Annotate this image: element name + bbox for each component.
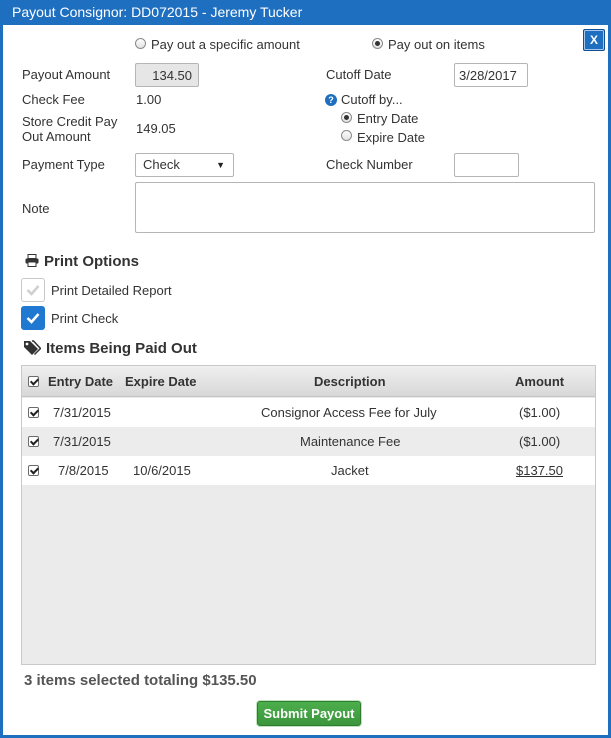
pay-specific-amount-label: Pay out a specific amount xyxy=(151,37,300,52)
cutoff-entry-date-radio[interactable] xyxy=(341,112,352,123)
table-row[interactable]: 7/31/2015 Consignor Access Fee for July … xyxy=(22,398,595,427)
payment-type-value: Check xyxy=(143,157,180,172)
row-checkbox[interactable] xyxy=(28,465,39,476)
store-credit-label-line1: Store Credit Pay xyxy=(22,114,118,129)
note-textarea[interactable] xyxy=(135,182,595,233)
check-fee-value: 1.00 xyxy=(136,92,162,107)
row-amount-link[interactable]: $137.50 xyxy=(516,456,563,485)
payment-type-label: Payment Type xyxy=(22,157,105,172)
row-amount: ($1.00) xyxy=(519,434,561,449)
cutoff-expire-date-radio[interactable] xyxy=(341,130,352,141)
cutoff-entry-date-label: Entry Date xyxy=(357,111,419,126)
payout-dialog: Payout Consignor: DD072015 - Jeremy Tuck… xyxy=(0,0,611,738)
cutoff-by-label: Cutoff by... xyxy=(341,92,403,107)
print-check-checkbox[interactable] xyxy=(21,306,45,330)
col-expire-date[interactable]: Expire Date xyxy=(125,366,197,397)
note-label: Note xyxy=(22,201,50,216)
check-fee-label: Check Fee xyxy=(22,92,85,107)
pay-specific-amount-radio[interactable] xyxy=(135,38,146,49)
selection-summary: 3 items selected totaling $135.50 xyxy=(24,672,257,689)
printer-icon xyxy=(25,254,39,270)
pay-on-items-radio[interactable] xyxy=(372,38,383,49)
print-detailed-report-label: Print Detailed Report xyxy=(51,283,172,298)
cutoff-expire-date-label: Expire Date xyxy=(357,130,425,145)
dialog-title: Payout Consignor: DD072015 - Jeremy Tuck… xyxy=(3,0,608,25)
cutoff-date-input[interactable] xyxy=(454,63,528,87)
payout-amount-label: Payout Amount xyxy=(22,67,111,82)
table-row[interactable]: 7/31/2015 Maintenance Fee ($1.00) xyxy=(22,427,595,456)
print-options-title: Print Options xyxy=(44,253,139,270)
cutoff-date-label: Cutoff Date xyxy=(326,67,392,82)
table-row[interactable]: 7/8/2015 10/6/2015 Jacket $137.50 xyxy=(22,456,595,485)
store-credit-label-line2: Out Amount xyxy=(22,129,91,144)
tags-icon xyxy=(23,340,42,359)
grid-header: Entry Date Expire Date Description Amoun… xyxy=(22,366,595,397)
submit-payout-button[interactable]: Submit Payout xyxy=(257,701,361,726)
check-number-label: Check Number xyxy=(326,157,413,172)
row-checkbox[interactable] xyxy=(28,407,39,418)
pay-on-items-label: Pay out on items xyxy=(388,37,485,52)
select-all-checkbox[interactable] xyxy=(28,376,39,387)
row-entry-date: 7/31/2015 xyxy=(53,434,111,449)
print-detailed-report-checkbox[interactable] xyxy=(21,278,45,302)
payment-type-select[interactable]: Check ▼ xyxy=(135,153,234,177)
items-title: Items Being Paid Out xyxy=(46,340,197,357)
row-description: Maintenance Fee xyxy=(300,434,401,449)
payout-amount-input xyxy=(135,63,199,87)
row-checkbox[interactable] xyxy=(28,436,39,447)
col-description[interactable]: Description xyxy=(314,366,386,397)
row-amount: ($1.00) xyxy=(519,405,561,420)
row-description: Consignor Access Fee for July xyxy=(261,405,437,420)
row-entry-date: 7/31/2015 xyxy=(53,405,111,420)
close-button[interactable]: X xyxy=(583,29,605,51)
chevron-down-icon: ▼ xyxy=(216,160,225,170)
help-icon[interactable]: ? xyxy=(325,94,337,106)
row-entry-date: 7/8/2015 xyxy=(58,463,109,478)
print-check-label: Print Check xyxy=(51,311,119,326)
row-expire-date: 10/6/2015 xyxy=(133,463,191,478)
col-entry-date[interactable]: Entry Date xyxy=(48,366,113,397)
store-credit-value: 149.05 xyxy=(136,121,176,136)
check-number-input[interactable] xyxy=(454,153,519,177)
col-amount[interactable]: Amount xyxy=(515,366,564,397)
row-description: Jacket xyxy=(331,463,369,478)
items-grid: Entry Date Expire Date Description Amoun… xyxy=(21,365,596,665)
